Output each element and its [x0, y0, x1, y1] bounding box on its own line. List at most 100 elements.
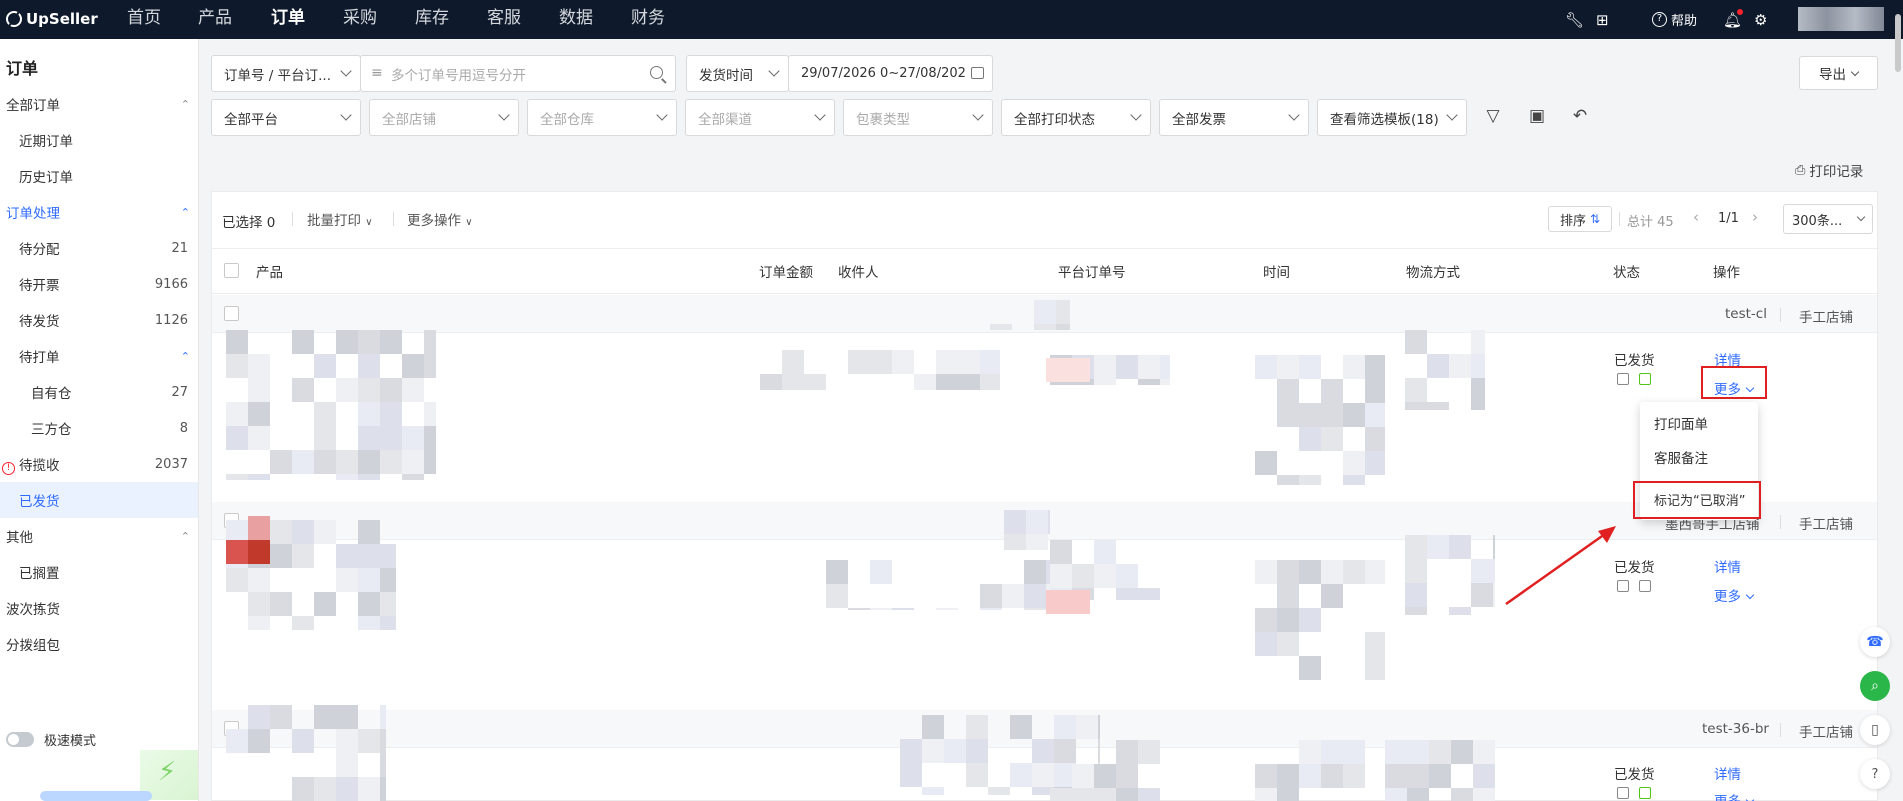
sidebar-item-pending-invoice[interactable]: 待开票 9166 — [0, 266, 198, 302]
sidebar-group-all-orders[interactable]: 全部订单 ⌃ — [0, 86, 198, 122]
sidebar-item-recent[interactable]: 近期订单 — [0, 122, 198, 158]
promo-button[interactable] — [40, 791, 152, 801]
search-type-select[interactable]: 订单号 / 平台订... — [211, 55, 361, 92]
nav-inventory[interactable]: 库存 — [415, 0, 449, 39]
redacted-block — [1299, 608, 1321, 632]
sidebar-count: 21 — [171, 240, 188, 256]
nav-products[interactable]: 产品 — [198, 0, 232, 39]
wrench-icon[interactable]: 🔧︎ — [1565, 0, 1584, 39]
mobile-icon[interactable]: ▯ — [1860, 715, 1890, 745]
search-icon[interactable] — [650, 66, 663, 79]
warehouse-select[interactable]: 全部仓库 — [527, 99, 677, 136]
sidebar-item-wave-pick[interactable]: 波次拣货 — [0, 590, 198, 626]
nav-finance[interactable]: 财务 — [631, 0, 665, 39]
sidebar-item-third-warehouse[interactable]: 三方仓 8 — [0, 410, 198, 446]
sidebar-item-sort-pack[interactable]: 分拨组包 — [0, 626, 198, 662]
batch-print-button[interactable]: 批量打印 ∨ — [307, 209, 373, 229]
sidebar-group-processing[interactable]: 订单处理 ⌃ — [0, 194, 198, 230]
search-input[interactable]: ≡ 多个订单号用逗号分开 — [360, 55, 676, 92]
invoice-select[interactable]: 全部发票 — [1159, 99, 1309, 136]
nav-customer-service[interactable]: 客服 — [487, 0, 521, 39]
page-scrollbar[interactable] — [1895, 14, 1901, 72]
package-type-select[interactable]: 包裹类型 — [843, 99, 993, 136]
channel-select[interactable]: 全部渠道 — [685, 99, 835, 136]
nav-orders[interactable]: 订单 — [271, 0, 305, 39]
user-account-blurred[interactable] — [1798, 7, 1884, 31]
store-select[interactable]: 全部店铺 — [369, 99, 519, 136]
page-size-select[interactable]: 300条... — [1783, 204, 1873, 234]
order-status: 已发货 — [1614, 353, 1655, 369]
sidebar-label: 待打单 — [19, 350, 60, 366]
select-all-checkbox[interactable] — [224, 263, 239, 278]
invoice-value: 全部发票 — [1172, 111, 1226, 128]
nav-data[interactable]: 数据 — [559, 0, 593, 39]
note-icon[interactable] — [1639, 373, 1651, 385]
more-dropdown[interactable]: 更多 — [1714, 585, 1755, 605]
detail-link[interactable]: 详情 — [1714, 763, 1741, 783]
gear-icon[interactable]: ⚙ — [1754, 0, 1767, 39]
redacted-block — [358, 450, 380, 474]
nav-home[interactable]: 首页 — [127, 0, 161, 39]
note-icon[interactable] — [1639, 580, 1651, 592]
redacted-block — [270, 705, 292, 729]
save-icon[interactable]: ▣ — [1522, 101, 1552, 131]
filter-template-select[interactable]: 查看筛选模板(18) — [1317, 99, 1467, 136]
sidebar-item-pending-assign[interactable]: 待分配 21 — [0, 230, 198, 266]
menu-item-service-note[interactable]: 客服备注 — [1654, 447, 1708, 467]
redacted-block — [1255, 788, 1277, 801]
help-float-icon[interactable]: ? — [1860, 759, 1890, 789]
sidebar-item-shipped[interactable]: 已发货 — [0, 482, 198, 518]
redacted-block — [380, 330, 402, 354]
upseller-logo[interactable]: UpSeller — [6, 8, 98, 30]
redacted-block — [900, 739, 922, 763]
redacted-block — [1277, 632, 1299, 656]
reset-icon[interactable]: ↶ — [1565, 101, 1595, 131]
barcode-icon[interactable] — [1617, 787, 1629, 799]
prev-page-icon[interactable]: ‹ — [1693, 208, 1699, 226]
barcode-icon[interactable] — [1617, 373, 1629, 385]
sidebar-item-history[interactable]: 历史订单 — [0, 158, 198, 194]
barcode-icon[interactable] — [1617, 580, 1629, 592]
nav-purchase[interactable]: 采购 — [343, 0, 377, 39]
warehouse-value: 全部仓库 — [540, 111, 594, 128]
divider — [1780, 515, 1781, 529]
redacted-block — [1405, 378, 1427, 402]
platform-select[interactable]: 全部平台 — [211, 99, 361, 136]
redacted-block — [1138, 355, 1160, 379]
sort-button[interactable]: 排序 ⇅ — [1548, 206, 1612, 232]
next-page-icon[interactable]: › — [1752, 208, 1758, 226]
time-type-select[interactable]: 发货时间 — [686, 55, 789, 92]
headset-icon[interactable]: ☎︎ — [1860, 627, 1890, 657]
date-range-picker[interactable]: 29/07/2026 0~27/08/2026 2 — [788, 55, 993, 92]
redacted-block — [1299, 560, 1321, 584]
print-status-select[interactable]: 全部打印状态 — [1001, 99, 1151, 136]
help-button[interactable]: ? 帮助 — [1652, 0, 1697, 39]
more-operations-button[interactable]: 更多操作 ∨ — [407, 209, 473, 229]
filter-icon[interactable]: ▽ — [1478, 101, 1508, 131]
detail-link[interactable]: 详情 — [1714, 556, 1741, 576]
chevron-down-icon — [340, 109, 352, 121]
order-checkbox[interactable] — [224, 306, 239, 321]
redacted-block — [402, 378, 424, 402]
export-button[interactable]: 导出 — [1799, 56, 1878, 90]
note-icon[interactable] — [1639, 787, 1651, 799]
sidebar-item-own-warehouse[interactable]: 自有仓 27 — [0, 374, 198, 410]
quick-mode-toggle[interactable] — [6, 732, 34, 747]
print-record-link[interactable]: ⎙ 打印记录 — [1795, 160, 1863, 181]
sidebar-item-pending-ship[interactable]: 待发货 1126 — [0, 302, 198, 338]
sidebar-item-shelved[interactable]: 已搁置 — [0, 554, 198, 590]
bell-icon[interactable]: 🔔︎ — [1723, 0, 1742, 39]
menu-item-print-label[interactable]: 打印面单 — [1654, 413, 1708, 433]
sidebar-item-pending-pickup[interactable]: ! 待揽收 2037 — [0, 446, 198, 482]
search-float-icon[interactable]: ⌕ — [1860, 671, 1890, 701]
redacted-block — [380, 729, 386, 753]
redacted-block — [402, 474, 424, 480]
sidebar-group-other[interactable]: 其他 ⌃ — [0, 518, 198, 554]
redacted-block — [1299, 475, 1321, 485]
redacted-block — [1365, 451, 1385, 475]
redacted-block — [270, 592, 292, 616]
sidebar-group-pending-print[interactable]: 待打单 ⌃ — [0, 338, 198, 374]
more-dropdown[interactable]: 更多 — [1714, 790, 1755, 801]
apps-grid-icon[interactable]: ⊞ — [1596, 0, 1609, 39]
redacted-block — [936, 374, 958, 390]
